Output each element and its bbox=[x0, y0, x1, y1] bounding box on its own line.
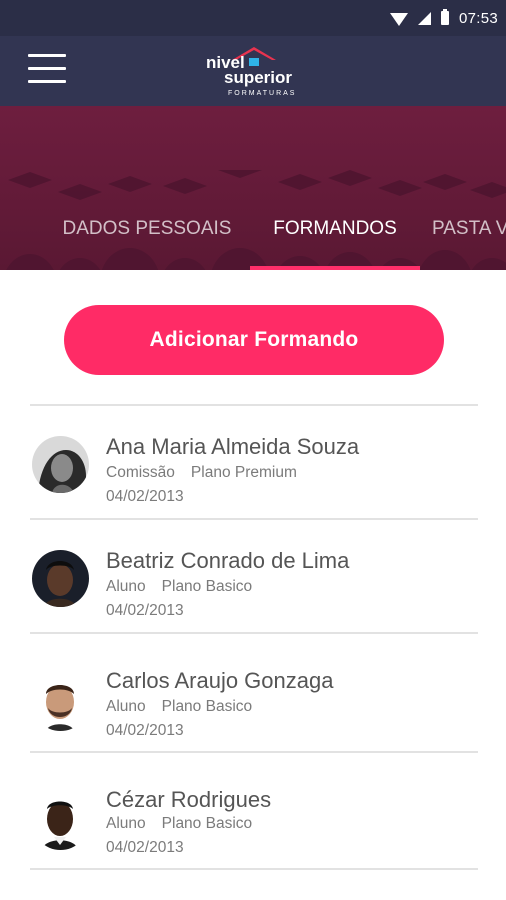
tab-label: FORMANDOS bbox=[273, 218, 397, 239]
tab-formandos[interactable]: FORMANDOS bbox=[250, 200, 420, 270]
wifi-icon bbox=[389, 12, 408, 26]
student-row[interactable]: Carlos Araujo Gonzaga Aluno Plano Basico … bbox=[0, 634, 506, 746]
status-bar: 07:53 bbox=[0, 0, 506, 36]
tab-label: DADOS PESSOAIS bbox=[62, 218, 232, 239]
list-divider bbox=[30, 868, 478, 870]
student-name: Carlos Araujo Gonzaga bbox=[106, 668, 334, 693]
student-avatar bbox=[32, 793, 89, 850]
student-date: 04/02/2013 bbox=[106, 602, 184, 619]
status-time: 07:53 bbox=[458, 9, 498, 27]
student-plan: Plano Basico bbox=[161, 578, 253, 595]
svg-text:superior: superior bbox=[224, 68, 292, 87]
tab-label: PASTA V bbox=[432, 218, 506, 239]
student-plan: Plano Basico bbox=[161, 815, 253, 832]
student-row[interactable]: Cézar Rodrigues Aluno Plano Basico 04/02/… bbox=[0, 753, 506, 865]
student-date: 04/02/2013 bbox=[106, 839, 184, 856]
student-date: 04/02/2013 bbox=[106, 722, 184, 739]
student-avatar bbox=[32, 550, 89, 607]
add-student-button[interactable]: Adicionar Formando bbox=[64, 305, 444, 375]
status-icons: 07:53 bbox=[389, 8, 498, 28]
signal-icon bbox=[417, 11, 431, 25]
student-role: Aluno bbox=[106, 815, 146, 832]
student-role: Aluno bbox=[106, 578, 146, 595]
tab-dados-pessoais[interactable]: DADOS PESSOAIS bbox=[52, 200, 242, 270]
menu-button[interactable] bbox=[28, 52, 66, 86]
menu-icon bbox=[28, 54, 66, 57]
svg-text:FORMATURAS: FORMATURAS bbox=[228, 90, 296, 97]
student-date: 04/02/2013 bbox=[106, 488, 184, 505]
student-row[interactable]: Beatriz Conrado de Lima Aluno Plano Basic… bbox=[0, 520, 506, 632]
student-name: Cézar Rodrigues bbox=[106, 787, 272, 812]
student-role: Comissão bbox=[106, 464, 175, 481]
student-avatar bbox=[32, 674, 89, 731]
app-logo: nivel superior FORMATURAS bbox=[200, 42, 308, 98]
student-meta: Comissão Plano Premium bbox=[106, 464, 297, 482]
student-meta: Aluno Plano Basico bbox=[106, 698, 252, 716]
student-avatar bbox=[32, 436, 89, 493]
tab-bar: DADOS PESSOAIS FORMANDOS PASTA V bbox=[0, 200, 506, 270]
student-role: Aluno bbox=[106, 698, 146, 715]
student-name: Beatriz Conrado de Lima bbox=[106, 548, 350, 573]
hero-banner: DADOS PESSOAIS FORMANDOS PASTA V bbox=[0, 106, 506, 270]
student-plan: Plano Premium bbox=[190, 464, 297, 481]
active-tab-indicator bbox=[250, 266, 420, 270]
student-meta: Aluno Plano Basico bbox=[106, 815, 252, 833]
student-row[interactable]: Ana Maria Almeida Souza Comissão Plano Pr… bbox=[0, 406, 506, 518]
student-meta: Aluno Plano Basico bbox=[106, 578, 252, 596]
app-bar: nivel superior FORMATURAS bbox=[0, 36, 506, 106]
battery-icon bbox=[440, 9, 449, 25]
student-plan: Plano Basico bbox=[161, 698, 253, 715]
tab-pasta[interactable]: PASTA V bbox=[432, 200, 506, 270]
student-name: Ana Maria Almeida Souza bbox=[106, 434, 360, 459]
